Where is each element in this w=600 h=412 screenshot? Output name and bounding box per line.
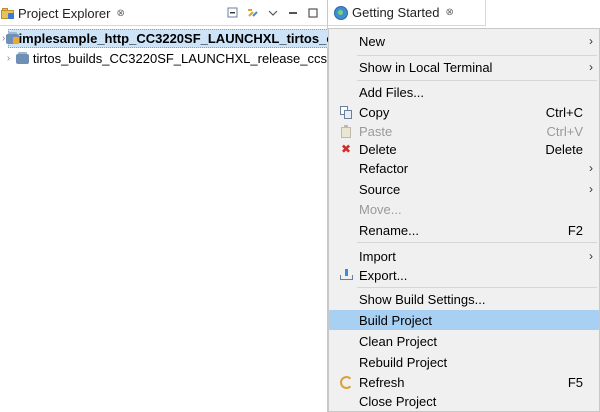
menu-item-import[interactable]: Import › (329, 246, 599, 266)
menu-item-label: Move... (359, 201, 402, 217)
menu-item-label: Show Build Settings... (359, 291, 486, 307)
menu-item-label: Refresh (359, 374, 405, 390)
tab-project-explorer-label: Project Explorer (18, 5, 111, 21)
menu-item-clean-project[interactable]: Clean Project (329, 331, 599, 351)
menu-item-shortcut: F2 (567, 222, 583, 238)
view-toolbar (225, 4, 321, 22)
menu-item-rename[interactable]: Rename... F2 (329, 220, 599, 240)
menu-item-delete[interactable]: ✖ Delete Delete (329, 139, 599, 159)
tree-item-label: simplesample_http_CC3220SF_LAUNCHXL_tirt… (8, 28, 352, 48)
tab-project-explorer[interactable]: Project Explorer ⊗ (1, 0, 125, 26)
expand-chevron-icon[interactable]: › (2, 33, 5, 44)
submenu-arrow-icon: › (589, 161, 593, 175)
copy-icon (339, 105, 353, 119)
menu-item-move[interactable]: Move... (329, 199, 599, 219)
menu-item-shortcut: F5 (567, 374, 583, 390)
menu-item-add-files[interactable]: Add Files... (329, 82, 599, 102)
menu-item-label: New (359, 33, 386, 49)
menu-item-label: Import (359, 248, 396, 264)
menu-item-rebuild-project[interactable]: Rebuild Project (329, 352, 599, 372)
tab-getting-started-label: Getting Started (352, 5, 440, 20)
paste-icon (339, 124, 353, 138)
globe-icon (334, 5, 348, 20)
menu-item-label: Refactor (359, 160, 409, 176)
project-explorer-view: Project Explorer ⊗ › simplesample_http_C… (0, 0, 352, 412)
submenu-arrow-icon: › (589, 182, 593, 196)
tree-item-project[interactable]: › tirtos_builds_CC3220SF_LAUNCHXL_releas… (0, 48, 327, 68)
context-menu: New › Show in Local Terminal › Add Files… (328, 28, 600, 412)
collapse-all-icon[interactable] (225, 5, 241, 21)
link-with-editor-icon[interactable] (245, 5, 261, 21)
close-icon[interactable]: ⊗ (445, 7, 453, 18)
menu-item-label: Copy (359, 104, 390, 120)
project-explorer-icon (1, 7, 15, 19)
tree-item-project[interactable]: › simplesample_http_CC3220SF_LAUNCHXL_ti… (0, 28, 352, 48)
menu-item-refresh[interactable]: Refresh F5 (329, 372, 599, 392)
menu-item-show-build-settings[interactable]: Show Build Settings... (329, 289, 599, 309)
menu-item-new[interactable]: New › (329, 31, 599, 51)
refresh-icon (339, 375, 353, 389)
menu-item-label: Export... (359, 267, 408, 283)
menu-item-label: Show in Local Terminal (359, 59, 493, 75)
menu-item-label: Build Project (359, 312, 432, 328)
close-icon[interactable]: ⊗ (116, 8, 124, 19)
menu-item-refactor[interactable]: Refactor › (329, 158, 599, 178)
tab-getting-started[interactable]: Getting Started ⊗ (328, 0, 486, 26)
menu-item-label: Rename... (359, 222, 419, 238)
menu-item-label: Paste (359, 123, 393, 139)
view-menu-icon[interactable] (265, 5, 281, 21)
menu-separator (357, 80, 597, 81)
menu-item-close-project[interactable]: Close Project (329, 391, 599, 411)
menu-item-label: Clean Project (359, 333, 438, 349)
menu-separator (357, 242, 597, 243)
menu-item-source[interactable]: Source › (329, 179, 599, 199)
menu-item-label: Rebuild Project (359, 354, 448, 370)
menu-item-shortcut: Ctrl+V (546, 123, 583, 139)
delete-icon: ✖ (340, 142, 352, 156)
menu-separator (357, 55, 597, 56)
project-tree: › simplesample_http_CC3220SF_LAUNCHXL_ti… (0, 28, 352, 68)
menu-item-copy[interactable]: Copy Ctrl+C (329, 102, 599, 122)
menu-item-export[interactable]: Export... (329, 265, 599, 285)
minimize-icon[interactable] (285, 5, 301, 21)
menu-item-label: Delete (359, 141, 397, 157)
maximize-icon[interactable] (305, 5, 321, 21)
menu-item-label: Close Project (359, 393, 437, 409)
ccs-project-icon (15, 51, 30, 65)
menu-item-build-project[interactable]: Build Project (329, 310, 599, 330)
submenu-arrow-icon: › (589, 60, 593, 74)
export-icon (339, 268, 353, 282)
menu-separator (357, 287, 597, 288)
expand-chevron-icon[interactable]: › (2, 53, 15, 64)
menu-item-label: Add Files... (359, 84, 425, 100)
submenu-arrow-icon: › (589, 34, 593, 48)
tree-item-label: tirtos_builds_CC3220SF_LAUNCHXL_release_… (32, 50, 327, 66)
project-explorer-tabbar: Project Explorer ⊗ (0, 0, 327, 26)
menu-item-paste[interactable]: Paste Ctrl+V (329, 121, 599, 141)
menu-item-shortcut: Ctrl+C (545, 104, 583, 120)
menu-item-shortcut: Delete (545, 141, 583, 157)
menu-item-label: Source (359, 181, 401, 197)
submenu-arrow-icon: › (589, 249, 593, 263)
menu-item-show-in-local-terminal[interactable]: Show in Local Terminal › (329, 57, 599, 77)
